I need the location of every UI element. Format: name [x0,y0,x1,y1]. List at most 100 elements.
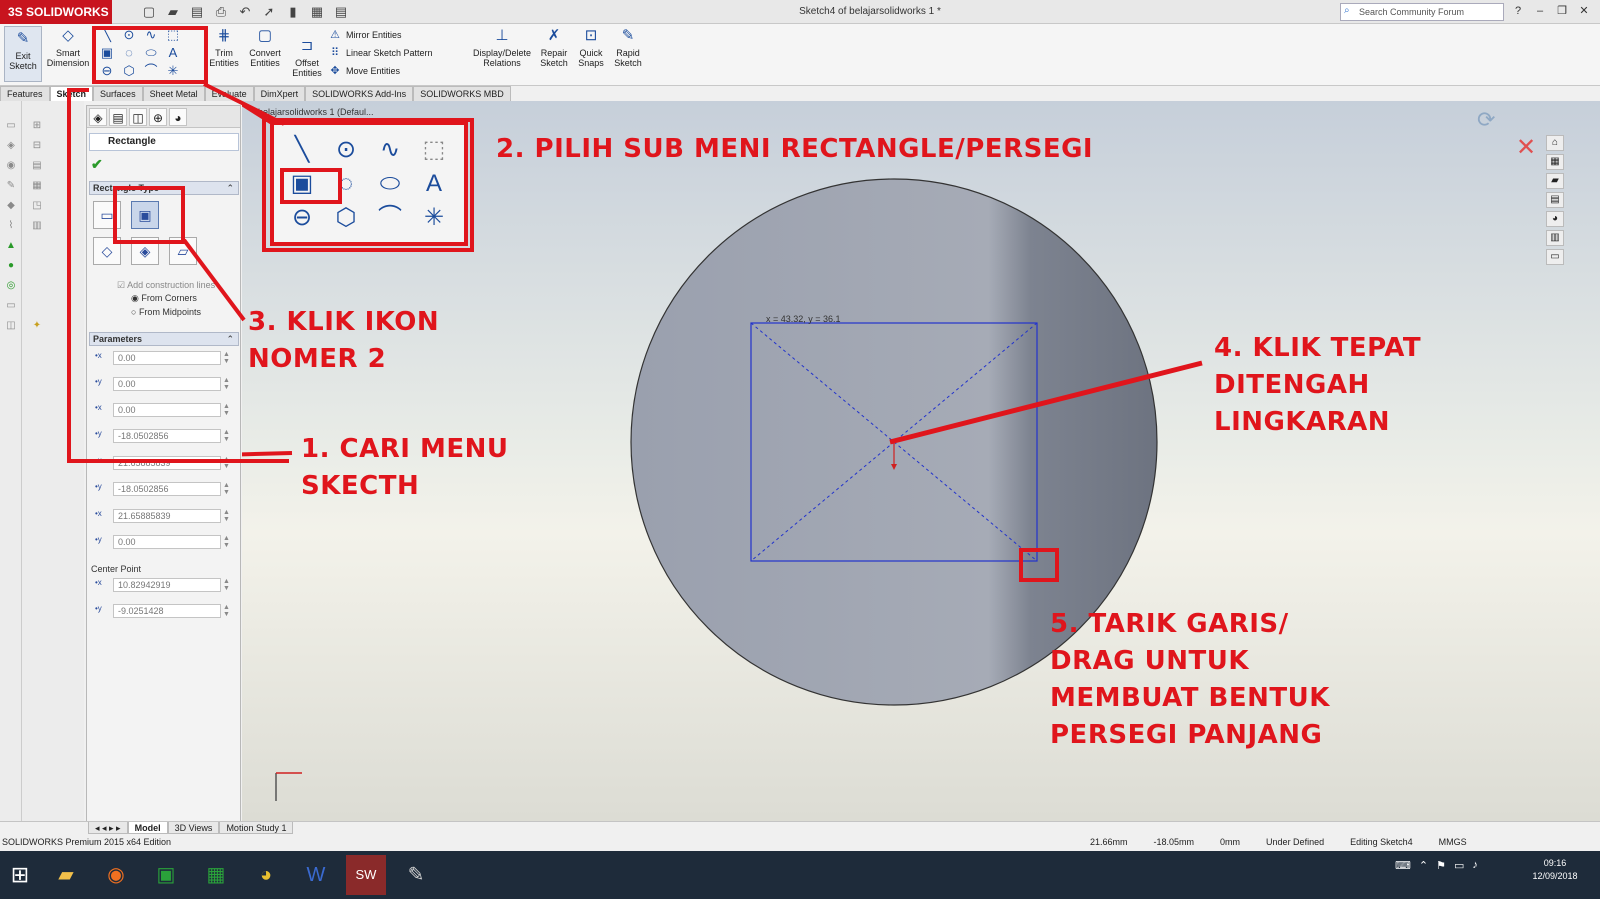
smart-dimension-button[interactable]: ◇ Smart Dimension [46,26,90,68]
display-manager-icon[interactable]: ◕ [169,108,187,126]
tool-icon[interactable]: ◈ [4,139,18,153]
param-x2[interactable]: •x 0.00 ▲ ▼ [93,403,233,417]
tool-icon[interactable]: ◉ [4,159,18,173]
param-value[interactable]: 0.00 [113,351,221,365]
line-icon[interactable]: ╲ [280,133,324,167]
firefox-icon[interactable]: ◉ [96,855,136,895]
slot-icon[interactable]: ⊖ [280,201,324,235]
construction-geometry-icon[interactable]: ⬚ [412,133,456,167]
solidworks-taskbar-icon[interactable]: SW [346,855,386,895]
fillet-icon[interactable]: ⌒ [368,201,412,235]
linear-pattern-button[interactable]: ⠿ Linear Sketch Pattern [328,44,433,62]
spline-icon[interactable]: ∿ [368,133,412,167]
tab-surfaces[interactable]: Surfaces [93,86,143,101]
tool-icon[interactable]: ⊞ [30,119,44,133]
options-icon[interactable]: ▤ [332,3,350,21]
configuration-icon[interactable]: ◫ [129,108,147,126]
param-y2[interactable]: •y -18.0502856 ▲ ▼ [93,429,233,443]
param-value[interactable]: 0.00 [113,535,221,549]
ellipse-icon[interactable]: ⬭ [368,167,412,201]
select-pointer-icon[interactable]: ➚ [260,3,278,21]
restore-icon[interactable]: ❐ [1554,3,1570,19]
offset-entities-button[interactable]: ⊐ Offset Entities [290,36,324,78]
tool-icon[interactable]: ▭ [4,299,18,313]
point-icon[interactable]: ✳ [412,201,456,235]
param-value[interactable]: 0.00 [113,403,221,417]
tab-sheet-metal[interactable]: Sheet Metal [142,86,205,101]
rapid-sketch-button[interactable]: ✎ Rapid Sketch [612,26,644,68]
tool-icon[interactable]: ◎ [4,279,18,293]
close-icon[interactable]: ✕ [1576,3,1592,19]
param-value[interactable]: -18.0502856 [113,482,221,496]
chrome-icon[interactable]: ◕ [246,855,286,895]
parameters-header[interactable]: Parameters ⌃ [89,332,239,346]
excel-icon[interactable]: ▦ [196,855,236,895]
tool-icon[interactable]: ⊟ [30,139,44,153]
search-icon[interactable]: ⌕ [1344,5,1356,17]
file-explorer-icon[interactable]: ▰ [46,855,86,895]
param-y4[interactable]: •y 0.00 ▲ ▼ [93,535,233,549]
circle-icon[interactable]: ⊙ [324,133,368,167]
scroll-arrows-icon[interactable]: ◂ ◂ ▸ ▸ [88,822,128,834]
collapse-icon[interactable]: ⌃ [226,333,234,345]
keyboard-icon[interactable]: ⌨ [1395,859,1411,872]
rebuild-icon[interactable]: ▮ [284,3,302,21]
tool-icon[interactable]: ⌇ [4,219,18,233]
display-delete-relations-button[interactable]: ⊥ Display/Delete Relations [470,26,534,68]
collapse-icon[interactable]: ⌃ [226,182,234,194]
tab-addins[interactable]: SOLIDWORKS Add-Ins [305,86,414,101]
tab-features[interactable]: Features [0,86,50,101]
store-icon[interactable]: ▣ [146,855,186,895]
tool-icon[interactable]: ▥ [30,219,44,233]
tab-3d-views[interactable]: 3D Views [167,822,220,834]
center-point-x[interactable]: •x 10.82942919 ▲ ▼ [93,578,233,592]
param-y1[interactable]: •y 0.00 ▲ ▼ [93,377,233,391]
tool-icon[interactable]: ▤ [30,159,44,173]
text-icon[interactable]: A [412,167,456,201]
paint-icon[interactable]: ✎ [396,855,436,895]
ok-check-icon[interactable]: ✔ [91,156,103,173]
flag-icon[interactable]: ⚑ [1436,859,1446,872]
param-value[interactable]: 0.00 [113,377,221,391]
file-properties-icon[interactable]: ▦ [308,3,326,21]
tray-expand-icon[interactable]: ⌃ [1419,859,1428,872]
param-value[interactable]: -18.0502856 [113,429,221,443]
tool-icon[interactable]: ✦ [30,319,44,333]
minimize-icon[interactable]: – [1532,3,1548,19]
dimxpert-icon[interactable]: ⊕ [149,108,167,126]
tool-icon[interactable]: ▭ [4,119,18,133]
convert-entities-button[interactable]: ▢ Convert Entities [244,26,286,68]
tool-icon[interactable]: ◳ [30,199,44,213]
tool-icon[interactable]: ● [4,259,18,273]
tool-icon[interactable]: ▦ [30,179,44,193]
status-units[interactable]: MMGS [1439,837,1467,847]
open-folder-icon[interactable]: ▰ [164,3,182,21]
tab-motion-study[interactable]: Motion Study 1 [219,822,294,834]
clock[interactable]: 09:16 12/09/2018 [1520,857,1590,883]
save-icon[interactable]: ▤ [188,3,206,21]
tool-icon[interactable]: ◆ [4,199,18,213]
param-value[interactable]: 10.82942919 [113,578,221,592]
move-entities-button[interactable]: ✥ Move Entities [328,62,433,80]
tab-mbd[interactable]: SOLIDWORKS MBD [413,86,511,101]
param-y3[interactable]: •y -18.0502856 ▲ ▼ [93,482,233,496]
word-icon[interactable]: W [296,855,336,895]
network-icon[interactable]: ▭ [1454,859,1464,872]
undo-icon[interactable]: ↶ [236,3,254,21]
feature-tree-icon[interactable]: ◈ [89,108,107,126]
search-input[interactable]: Search Community Forum [1340,3,1504,21]
mirror-entities-button[interactable]: ⚠ Mirror Entities [328,26,433,44]
exit-sketch-button[interactable]: ✎ Exit Sketch [4,26,42,82]
tool-icon[interactable]: ✎ [4,179,18,193]
polygon-icon[interactable]: ⬡ [324,201,368,235]
property-manager-icon[interactable]: ▤ [109,108,127,126]
trim-entities-button[interactable]: ⋕ Trim Entities [208,26,240,68]
center-point-y[interactable]: •y -9.0251428 ▲ ▼ [93,604,233,618]
tab-model[interactable]: Model [127,822,168,834]
volume-icon[interactable]: ♪ [1472,859,1478,872]
start-icon[interactable]: ⊞ [0,855,40,895]
param-x4[interactable]: •x 21.65885839 ▲ ▼ [93,509,233,523]
param-value[interactable]: 21.65885839 [113,509,221,523]
param-x1[interactable]: •x 0.00 ▲ ▼ [93,351,233,365]
new-file-icon[interactable]: ▢ [140,3,158,21]
